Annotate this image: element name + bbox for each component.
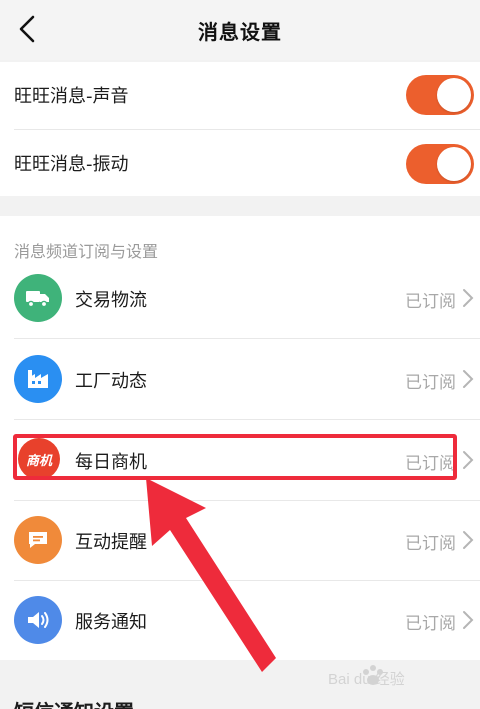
chevron-right-icon — [463, 531, 474, 549]
channel-item-daily-opportunity[interactable]: 商机 每日商机 已订阅 — [0, 420, 480, 500]
baidu-paw-logo: Bai du 经验 — [328, 665, 405, 688]
subscription-status: 已订阅 — [405, 454, 456, 474]
toggle-knob — [437, 147, 471, 181]
channel-label: 交易物流 — [75, 290, 147, 311]
chevron-right-icon — [463, 289, 474, 307]
top-bar: 消息设置 — [0, 0, 480, 60]
channel-item-interaction-reminder[interactable]: 互动提醒 已订阅 — [0, 500, 480, 580]
page-title: 消息设置 — [198, 19, 282, 44]
setting-row-vibration: 旺旺消息-振动 — [0, 130, 480, 196]
setting-row-sound: 旺旺消息-声音 — [0, 62, 480, 128]
setting-label-sound: 旺旺消息-声音 — [14, 86, 129, 107]
channel-item-service-notice[interactable]: 服务通知 已订阅 — [0, 580, 480, 660]
sound-settings-card: 旺旺消息-声音 旺旺消息-振动 — [0, 62, 480, 196]
speaker-icon — [28, 612, 49, 628]
factory-icon — [28, 370, 48, 388]
channel-icon-circle — [14, 516, 62, 564]
sound-toggle[interactable] — [406, 75, 474, 115]
subscription-status: 已订阅 — [405, 373, 456, 393]
channel-item-factory-news[interactable]: 工厂动态 已订阅 — [0, 339, 480, 419]
chevron-right-icon — [463, 451, 474, 469]
chevron-right-icon — [463, 370, 474, 388]
chat-icon — [29, 532, 47, 548]
icon-text: 商机 — [25, 453, 52, 469]
chevron-right-icon — [463, 611, 474, 629]
channel-icon-circle — [14, 596, 62, 644]
subscription-status: 已订阅 — [405, 614, 456, 634]
subscription-status: 已订阅 — [405, 292, 456, 312]
channel-icon-circle — [14, 355, 62, 403]
watermark: Bai du 经验 — [326, 662, 436, 702]
toggle-knob — [437, 78, 471, 112]
setting-label-vibration: 旺旺消息-振动 — [14, 154, 129, 175]
channel-item-trade-logistics[interactable]: 交易物流 已订阅 — [0, 258, 480, 338]
vibration-toggle[interactable] — [406, 144, 474, 184]
watermark-text: Bai du 经验 — [328, 671, 405, 688]
channel-label: 每日商机 — [75, 452, 147, 473]
message-settings-page: 消息设置 旺旺消息-声音 旺旺消息-振动 消息频道订阅与设置 交易物流 已订阅 … — [0, 0, 480, 709]
channel-label: 工厂动态 — [75, 371, 147, 392]
back-button[interactable] — [12, 12, 42, 46]
channel-label: 服务通知 — [75, 612, 147, 633]
channel-subscription-card: 消息频道订阅与设置 交易物流 已订阅 工厂动态 已订阅 商机 每日商机 已订阅 … — [0, 216, 480, 660]
chevron-left-icon — [19, 15, 35, 43]
channel-icon-circle — [14, 274, 62, 322]
section-title-sms: 短信通知设置 — [14, 696, 134, 709]
channel-label: 互动提醒 — [75, 532, 147, 553]
subscription-status: 已订阅 — [405, 534, 456, 554]
truck-icon — [26, 291, 49, 308]
business-opportunity-icon: 商机 — [18, 438, 60, 480]
